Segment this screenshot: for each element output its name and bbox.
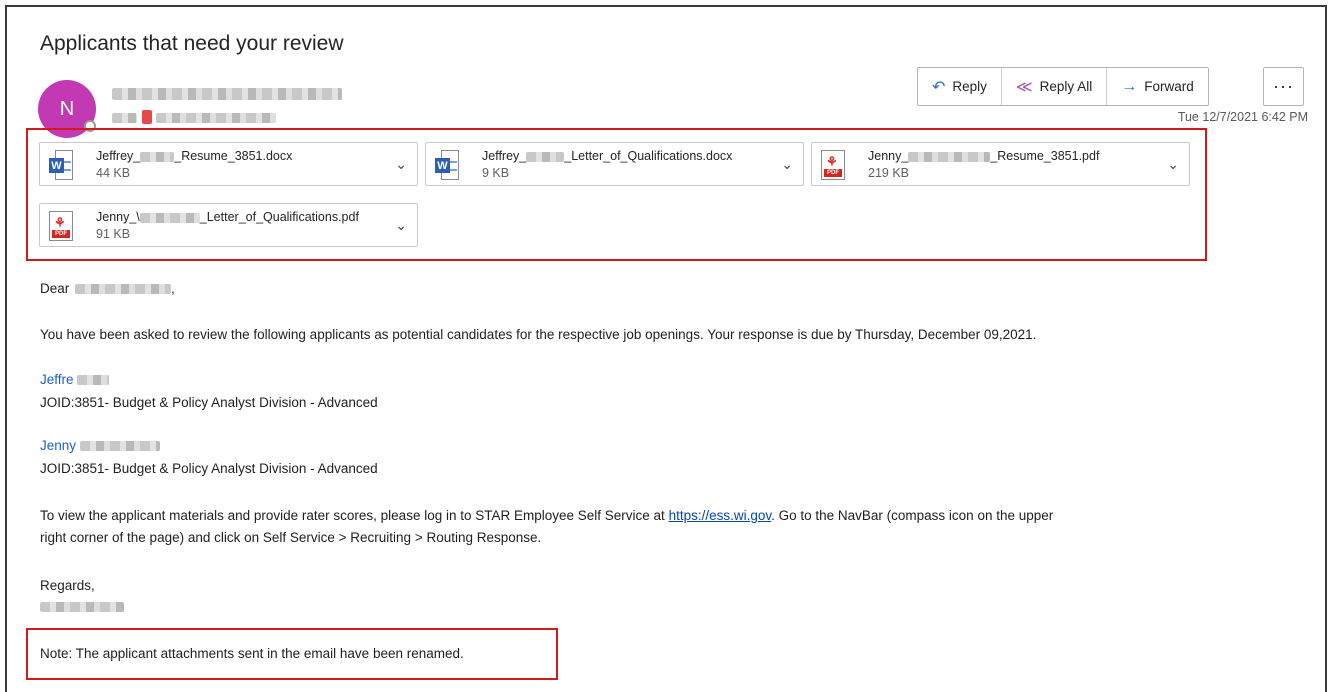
attachment-item[interactable]: ⚘ PDF Jenny_ _Resume_3851.pdf 219 KB ⌄ — [811, 142, 1190, 186]
attachment-name: Jenny_ _Resume_3851.pdf — [868, 149, 1100, 163]
pdf-document-icon: ⚘ PDF — [49, 211, 73, 241]
attachment-name: Jenny_\ _Letter_of_Qualifications.pdf — [96, 210, 359, 224]
sent-date: Tue 12/7/2021 6:42 PM — [1177, 110, 1308, 124]
instructions-line-2: right corner of the page) and click on S… — [40, 530, 542, 545]
ess-link[interactable]: https://ess.wi.gov — [669, 508, 772, 523]
redacted-text — [140, 151, 175, 162]
ellipsis-icon: ··· — [1273, 76, 1294, 96]
greeting: Dear — [40, 281, 70, 296]
attachment-name: Jeffrey_ _Resume_3851.docx — [96, 149, 293, 163]
chevron-down-icon[interactable]: ⌄ — [395, 156, 407, 173]
pdf-document-icon: ⚘ PDF — [821, 150, 845, 180]
applicant-2-link[interactable]: Jenny — [40, 438, 160, 453]
redacted-text — [77, 375, 110, 386]
chevron-down-icon[interactable]: ⌄ — [395, 217, 407, 234]
forward-label: Forward — [1144, 79, 1194, 94]
applicant-1-link[interactable]: Jeffre — [40, 372, 110, 387]
reply-all-button[interactable]: ≪ Reply All — [1002, 68, 1108, 105]
instructions-text-2: . Go to the NavBar (compass icon on the … — [771, 508, 1054, 523]
attachment-size: 44 KB — [96, 166, 131, 180]
avatar-initial: N — [59, 97, 75, 120]
note-text: Note: The applicant attachments sent in … — [40, 646, 464, 661]
chevron-down-icon[interactable]: ⌄ — [781, 156, 793, 173]
signature-redacted — [40, 602, 124, 612]
forward-button[interactable]: → Forward — [1107, 68, 1208, 105]
greeting-line: Dear , — [40, 281, 175, 296]
email-frame — [5, 5, 1327, 692]
attachment-size: 9 KB — [482, 166, 510, 180]
redacted-text — [139, 212, 200, 223]
recipient-name-redacted — [156, 113, 276, 123]
redacted-text — [75, 284, 172, 295]
sender-address-redacted — [112, 113, 137, 123]
attachment-size: 91 KB — [96, 227, 131, 241]
forward-arrow-icon: → — [1121, 77, 1138, 95]
message-actions: ↶ Reply ≪ Reply All → Forward — [917, 67, 1209, 106]
instructions-line-1: To view the applicant materials and prov… — [40, 508, 1053, 523]
reply-arrow-icon: ↶ — [932, 78, 946, 96]
word-document-icon: W — [49, 150, 73, 180]
recipient-badge-redacted — [142, 110, 152, 124]
regards: Regards, — [40, 578, 95, 593]
reply-all-arrow-icon: ≪ — [1015, 78, 1033, 96]
redacted-text — [79, 441, 160, 452]
attachment-item[interactable]: ⚘ PDF Jenny_\ _Letter_of_Qualifications.pd… — [39, 203, 418, 247]
reply-label: Reply — [952, 79, 987, 94]
email-subject: Applicants that need your review — [40, 32, 344, 55]
sender-name-redacted — [112, 88, 342, 100]
redacted-text — [908, 151, 991, 162]
attachment-name: Jeffrey_ _Letter_of_Qualifications.docx — [482, 149, 733, 163]
more-actions-button[interactable]: ··· — [1263, 67, 1304, 106]
intro-paragraph: You have been asked to review the follow… — [40, 327, 1037, 342]
instructions-text: To view the applicant materials and prov… — [40, 508, 669, 523]
reply-button[interactable]: ↶ Reply — [918, 68, 1002, 105]
word-document-icon: W — [435, 150, 459, 180]
reply-all-label: Reply All — [1039, 79, 1093, 94]
applicant-1-name[interactable]: Jeffre — [40, 372, 74, 387]
redacted-text — [526, 151, 565, 162]
applicant-2-job: JOID:3851- Budget & Policy Analyst Divis… — [40, 461, 378, 476]
attachment-size: 219 KB — [868, 166, 910, 180]
applicant-1-job: JOID:3851- Budget & Policy Analyst Divis… — [40, 395, 378, 410]
attachment-item[interactable]: W Jeffrey_ _Letter_of_Qualifications.docx… — [425, 142, 804, 186]
applicant-2-name[interactable]: Jenny — [40, 438, 76, 453]
chevron-down-icon[interactable]: ⌄ — [1167, 156, 1179, 173]
attachment-item[interactable]: W Jeffrey_ _Resume_3851.docx 44 KB ⌄ — [39, 142, 418, 186]
